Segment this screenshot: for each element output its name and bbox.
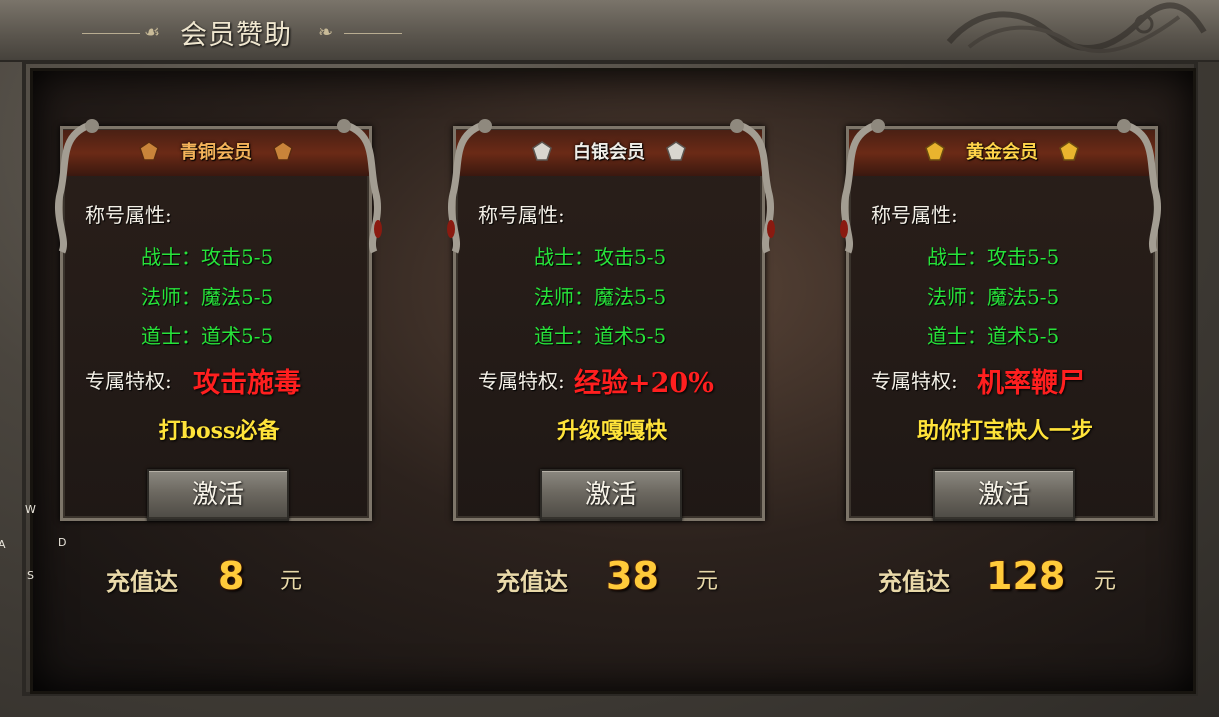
- stat-mage: 法师：魔法5-5: [141, 285, 274, 309]
- side-letter-s: S: [27, 569, 34, 582]
- crest-right-icon: [1059, 141, 1079, 161]
- dragon-ornament-icon: [946, 2, 1207, 54]
- membership-card-gold: 称号属性: 战士：攻击5-5 法师：魔法5-5 道士：道术5-5 专属特权: 机…: [836, 118, 1168, 528]
- title-right-ornament-icon: ❧: [318, 22, 334, 43]
- activate-button-silver[interactable]: 激活: [540, 469, 682, 521]
- recharge-unit: 元: [280, 569, 303, 594]
- recharge-amount: 8: [218, 554, 245, 598]
- privilege-value: 攻击施毒: [193, 368, 301, 399]
- card-slogan: 升级嘎嘎快: [556, 418, 667, 444]
- stat-taoist: 道士：道术5-5: [534, 324, 667, 348]
- side-letter-a: A: [0, 538, 6, 551]
- privilege-value: 机率鞭尸: [977, 368, 1085, 399]
- dragon-left-icon: [447, 119, 492, 254]
- side-letter-w: W: [25, 503, 36, 516]
- dragon-left-icon: [55, 119, 99, 254]
- window-title: 会员赞助: [180, 20, 292, 51]
- stat-mage: 法师：魔法5-5: [927, 285, 1060, 309]
- stat-taoist: 道士：道术5-5: [927, 324, 1060, 348]
- title-left-line: [82, 33, 140, 34]
- crest-right-icon: [666, 141, 686, 161]
- title-bar: ☙ 会员赞助 ❧: [0, 0, 1219, 62]
- stat-warrior: 战士：攻击5-5: [534, 245, 667, 269]
- stat-warrior: 战士：攻击5-5: [141, 245, 274, 269]
- activate-button-gold[interactable]: 激活: [933, 469, 1075, 521]
- title-right-line: [344, 33, 402, 34]
- card-slogan: 打boss必备: [158, 418, 280, 444]
- title-left-ornament-icon: ☙: [144, 22, 161, 43]
- crest-right-icon: [273, 141, 293, 161]
- privilege-value: 经验+20%: [574, 368, 714, 399]
- stat-warrior: 战士：攻击5-5: [927, 245, 1060, 269]
- dragon-right-icon: [730, 119, 775, 254]
- recharge-unit: 元: [1094, 569, 1117, 594]
- dragon-left-icon: [840, 119, 885, 254]
- recharge-requirement-silver: 充值达 38 元: [496, 554, 736, 600]
- dragon-right-icon: [337, 119, 382, 254]
- recharge-prefix: 充值达: [106, 567, 178, 596]
- recharge-prefix: 充值达: [496, 567, 568, 596]
- activate-button-bronze[interactable]: 激活: [147, 469, 289, 521]
- sponsor-window: ☙ 会员赞助 ❧ W A D S 称号属性: 战士：攻击5-5 法师：魔法5-5…: [0, 0, 1219, 717]
- recharge-requirement-bronze: 充值达 8 元: [106, 554, 326, 600]
- recharge-requirement-gold: 充值达 128 元: [878, 554, 1138, 600]
- membership-card-bronze: 称号属性: 战士：攻击5-5 法师：魔法5-5 道士：道术5-5 专属特权: 攻…: [50, 118, 382, 528]
- card-slogan: 助你打宝快人一步: [916, 418, 1093, 444]
- stat-mage: 法师：魔法5-5: [534, 285, 667, 309]
- dragon-right-icon: [1117, 119, 1161, 254]
- recharge-prefix: 充值达: [878, 567, 950, 596]
- stat-taoist: 道士：道术5-5: [141, 324, 274, 348]
- recharge-unit: 元: [696, 569, 719, 594]
- privilege-label: 专属特权:: [871, 369, 958, 393]
- recharge-amount: 128: [986, 554, 1066, 598]
- privilege-label: 专属特权:: [85, 369, 172, 393]
- recharge-amount: 38: [606, 554, 659, 598]
- side-letter-d: D: [58, 536, 67, 549]
- privilege-label: 专属特权:: [478, 369, 565, 393]
- membership-card-silver: 称号属性: 战士：攻击5-5 法师：魔法5-5 道士：道术5-5 专属特权: 经…: [443, 118, 775, 528]
